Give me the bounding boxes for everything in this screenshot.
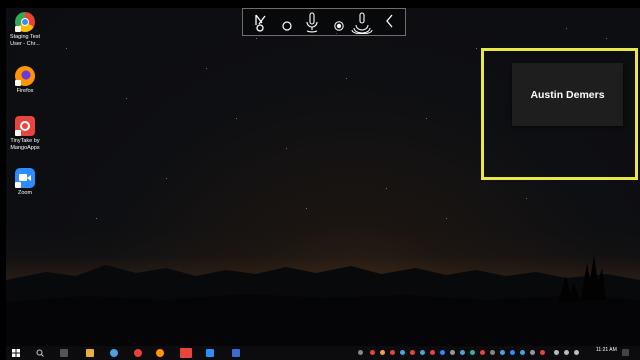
tinytake-icon xyxy=(15,116,35,136)
tray-app-icon[interactable] xyxy=(520,350,525,355)
volume-icon[interactable] xyxy=(564,350,569,355)
tray-app-icon[interactable] xyxy=(460,350,465,355)
tray-app-icon[interactable] xyxy=(430,350,435,355)
desktop-icon-label: Staging Test User - Chr... xyxy=(9,34,41,47)
desktop-icon-label: Zoom xyxy=(17,190,33,196)
shortcut-arrow-icon xyxy=(15,182,21,188)
pen-tool-icon[interactable] xyxy=(253,12,269,34)
desktop-icon-label: Firefox xyxy=(16,88,34,94)
shortcut-arrow-icon xyxy=(15,26,21,32)
search-icon[interactable] xyxy=(36,349,44,357)
tinytake-taskbar-icon[interactable] xyxy=(180,348,192,358)
tray-app-icon[interactable] xyxy=(530,350,535,355)
task-view-icon[interactable] xyxy=(60,349,68,357)
tray-app-icon[interactable] xyxy=(420,350,425,355)
zoom-taskbar-icon[interactable] xyxy=(206,349,214,357)
tray-app-icon[interactable] xyxy=(500,350,505,355)
collapse-chevron-icon[interactable] xyxy=(385,12,395,34)
tray-app-icon[interactable] xyxy=(390,350,395,355)
tray-app-icon[interactable] xyxy=(540,350,545,355)
firefox-icon xyxy=(15,66,35,86)
network-icon[interactable] xyxy=(554,350,559,355)
tray-app-icon[interactable] xyxy=(400,350,405,355)
tray-app-icon[interactable] xyxy=(450,350,455,355)
tray-app-icon[interactable] xyxy=(510,350,515,355)
tray-app-icon[interactable] xyxy=(440,350,445,355)
edge-icon[interactable] xyxy=(110,349,118,357)
participant-name: Austin Demers xyxy=(530,88,605,101)
shortcut-arrow-icon xyxy=(15,130,21,136)
taskbar-clock[interactable]: 11:21 AM xyxy=(596,347,617,353)
tray-pen-icon[interactable] xyxy=(358,350,363,355)
mountain-silhouette xyxy=(6,255,640,350)
microphone-icon[interactable] xyxy=(303,12,321,34)
participant-video-tile[interactable]: Austin Demers xyxy=(512,63,623,126)
clock-time: 11:21 AM xyxy=(596,347,617,353)
camera-icon[interactable] xyxy=(351,12,373,34)
zoom-icon xyxy=(15,168,35,188)
windows-start-icon[interactable] xyxy=(12,349,20,357)
chrome-taskbar-icon[interactable] xyxy=(134,349,142,357)
tray-app-icon[interactable] xyxy=(480,350,485,355)
tray-app-icon[interactable] xyxy=(490,350,495,355)
desktop-icon-chrome[interactable]: Staging Test User - Chr... xyxy=(6,12,44,47)
tray-app-icon[interactable] xyxy=(410,350,415,355)
circle-icon[interactable] xyxy=(281,12,293,34)
desktop-icon-zoom[interactable]: Zoom xyxy=(6,168,44,197)
shortcut-arrow-icon xyxy=(15,80,21,86)
floating-recording-toolbar xyxy=(242,8,406,36)
app-taskbar-icon[interactable] xyxy=(232,349,240,357)
notification-icon[interactable] xyxy=(622,349,629,356)
desktop-icon-firefox[interactable]: Firefox xyxy=(6,66,44,95)
firefox-taskbar-icon[interactable] xyxy=(156,349,164,357)
desktop-icon-tinytake[interactable]: TinyTake by MangoApps xyxy=(6,116,44,151)
file-explorer-icon[interactable] xyxy=(86,349,94,357)
chrome-icon xyxy=(15,12,35,32)
tray-app-icon[interactable] xyxy=(380,350,385,355)
tray-app-icon[interactable] xyxy=(370,350,375,355)
record-icon[interactable] xyxy=(333,12,345,34)
tray-app-icon[interactable] xyxy=(470,350,475,355)
taskbar: 11:21 AM xyxy=(6,346,640,360)
desktop-icon-label: TinyTake by MangoApps xyxy=(10,138,40,151)
language-icon[interactable] xyxy=(574,350,579,355)
